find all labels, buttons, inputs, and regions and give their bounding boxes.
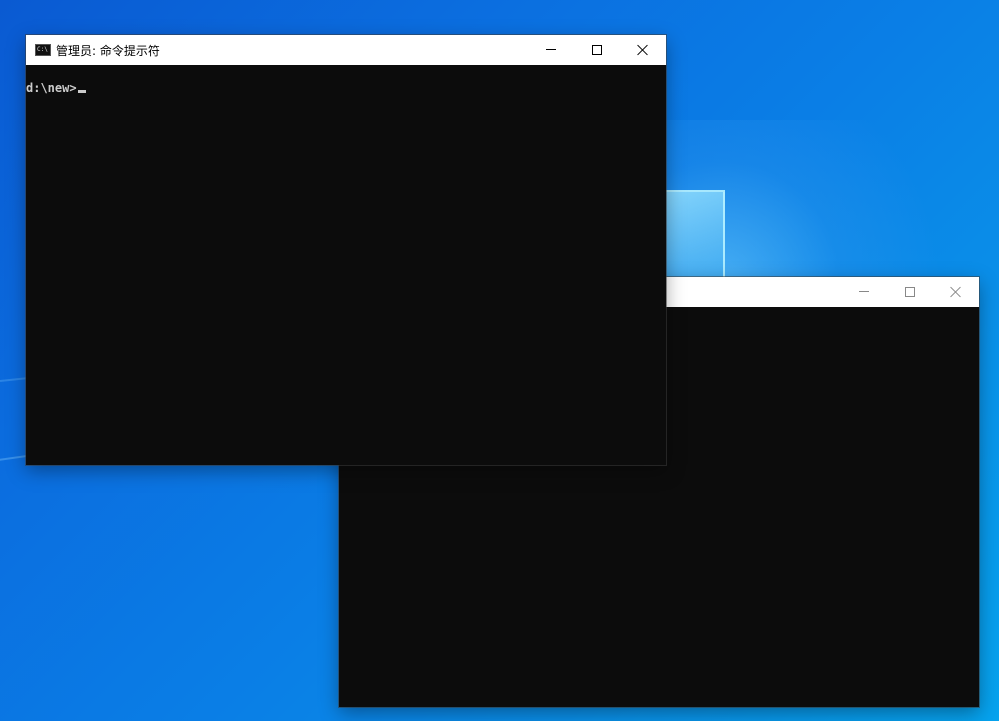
close-icon xyxy=(637,44,649,56)
cmd-window-titlebar[interactable]: 管理员: 命令提示符 xyxy=(26,35,666,65)
wallpaper-window-logo xyxy=(665,190,725,280)
back-window-controls xyxy=(841,277,979,307)
prompt-text: d:\new> xyxy=(26,81,77,95)
cmd-console-area[interactable]: d:\new> xyxy=(26,65,666,465)
back-maximize-button[interactable] xyxy=(887,277,933,307)
minimize-icon xyxy=(859,291,869,292)
cmd-window[interactable]: 管理员: 命令提示符 d:\new> xyxy=(26,35,666,465)
cmd-icon xyxy=(35,44,51,56)
minimize-icon xyxy=(546,49,556,50)
text-cursor xyxy=(77,90,86,93)
maximize-icon xyxy=(592,45,602,55)
back-close-button[interactable] xyxy=(933,277,979,307)
back-minimize-button[interactable] xyxy=(841,277,887,307)
maximize-icon xyxy=(905,287,915,297)
command-prompt-line[interactable]: d:\new> xyxy=(26,81,86,95)
close-icon xyxy=(950,286,962,298)
cmd-window-controls xyxy=(528,35,666,65)
minimize-button[interactable] xyxy=(528,35,574,65)
maximize-button[interactable] xyxy=(574,35,620,65)
cmd-window-title: 管理员: 命令提示符 xyxy=(56,43,160,58)
close-button[interactable] xyxy=(620,35,666,65)
